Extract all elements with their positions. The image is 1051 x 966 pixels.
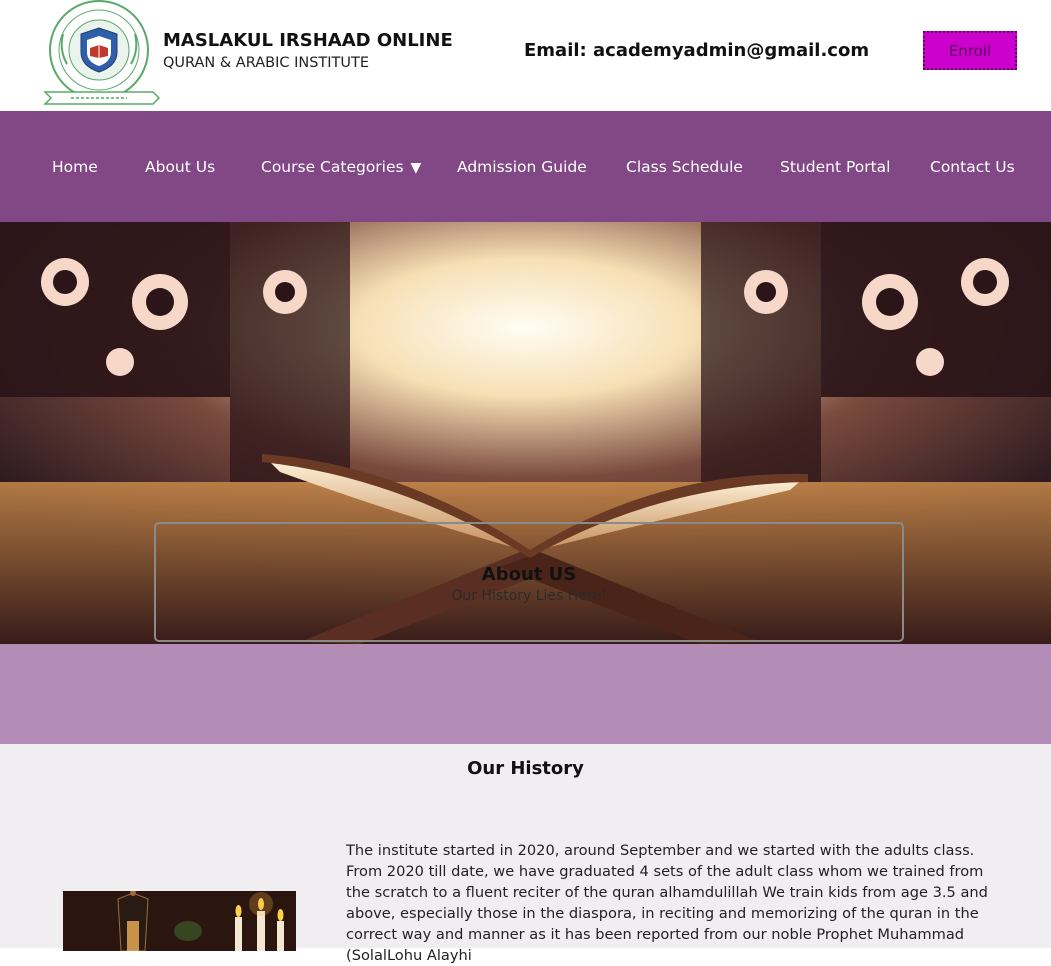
lantern-candles-image (63, 891, 296, 951)
contact-email[interactable]: Email: academyadmin@gmail.com (524, 40, 869, 61)
nav-item-course-categories[interactable]: Course Categories ▼ (261, 158, 421, 176)
nav-item-home[interactable]: Home (52, 158, 98, 176)
nav-item-about-us[interactable]: About Us (145, 158, 215, 176)
nav-item-label: Student Portal (780, 158, 891, 176)
enroll-button[interactable]: Enroll (923, 31, 1017, 70)
nav-item-student-portal[interactable]: Student Portal (780, 158, 890, 176)
hero-subtitle: Our History Lies Here! (451, 588, 607, 604)
nav-item-label: Contact Us (930, 158, 1015, 176)
hero-caption-box: About US Our History Lies Here! (154, 522, 904, 642)
nav-item-label: Admission Guide (457, 158, 587, 176)
hero-title: About US (481, 564, 577, 585)
nav-item-contact-us[interactable]: Contact Us (930, 158, 1015, 176)
nav-item-label: Course Categories (261, 158, 404, 176)
history-section: Our History The institute started in 202… (0, 744, 1051, 964)
nav-item-label: Class Schedule (626, 158, 743, 176)
nav-item-class-schedule[interactable]: Class Schedule (626, 158, 743, 176)
brand-name: MASLAKUL IRSHAAD ONLINE (163, 30, 453, 51)
section-title: Our History (467, 758, 584, 779)
site-header: MASLAKUL IRSHAAD ONLINE QURAN & ARABIC I… (0, 0, 1051, 111)
history-paragraph: The institute started in 2020, around Se… (346, 842, 988, 964)
institute-seal-logo-icon[interactable] (41, 0, 163, 110)
brand-subtitle: QURAN & ARABIC INSTITUTE (163, 55, 370, 71)
hero-banner: About US Our History Lies Here! (0, 222, 1051, 644)
nav-item-label: About Us (145, 158, 216, 176)
nav-item-label: Home (52, 158, 98, 176)
main-navigation: Home About Us Course Categories ▼ Admiss… (0, 111, 1051, 222)
decorative-band (0, 644, 1051, 744)
nav-item-admission-guide[interactable]: Admission Guide (457, 158, 587, 176)
caret-down-icon: ▼ (410, 160, 422, 176)
